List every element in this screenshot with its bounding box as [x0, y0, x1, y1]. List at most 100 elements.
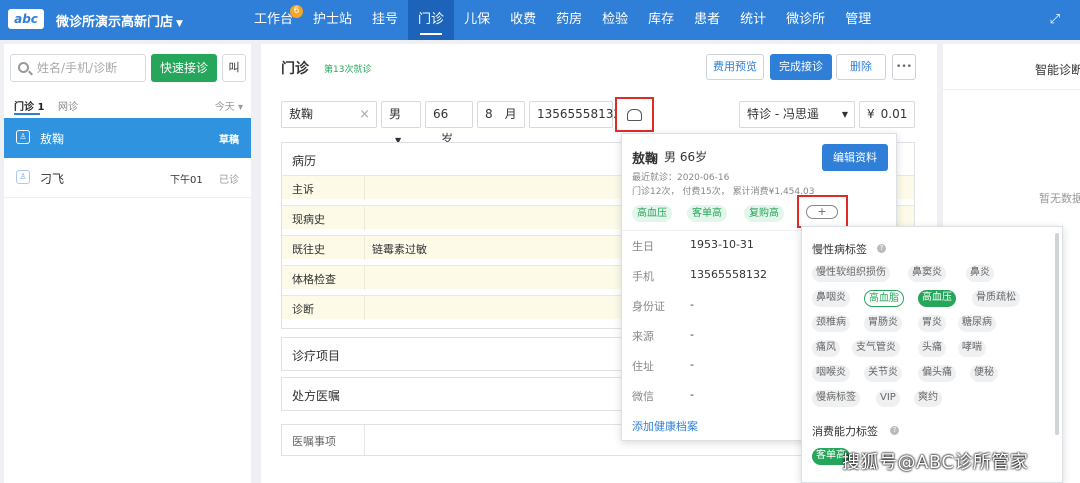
tag-option[interactable]: 胃肠炎: [864, 315, 902, 332]
clear-icon[interactable]: ×: [359, 102, 370, 127]
last-visit: 最近就诊：2020-06-16: [632, 173, 730, 183]
nav-pharmacy[interactable]: 药房: [546, 0, 592, 40]
help-icon[interactable]: ?: [890, 426, 899, 435]
tag-option[interactable]: VIP: [876, 390, 900, 407]
tag-option[interactable]: 偏头痛: [918, 365, 956, 382]
tag-option[interactable]: 慢性软组织损伤: [812, 265, 890, 282]
gender-value: 男: [389, 107, 402, 121]
section-title: 处方医嘱: [292, 389, 341, 403]
gender-select[interactable]: 男▼: [381, 101, 421, 145]
nav-manage[interactable]: 管理: [835, 0, 881, 40]
nav-registration[interactable]: 挂号: [362, 0, 408, 40]
expand-icon[interactable]: ⤢: [1050, 12, 1060, 27]
field-value: 13565558132: [690, 268, 767, 281]
patient-list-item[interactable]: ♙ 敖鞠 草稿: [4, 118, 251, 158]
nav-inventory[interactable]: 库存: [638, 0, 684, 40]
nav-patients[interactable]: 患者: [684, 0, 730, 40]
nav-label: 工作台: [254, 12, 294, 27]
nav-lab[interactable]: 检验: [592, 0, 638, 40]
add-tag-button[interactable]: +: [797, 195, 848, 228]
row-divider: [364, 206, 365, 230]
age-years-field[interactable]: 66岁: [425, 101, 473, 146]
row-divider: [364, 266, 365, 290]
currency-symbol: ¥: [867, 107, 875, 121]
tag-option[interactable]: 便秘: [970, 365, 998, 382]
nav-nurse-station[interactable]: 护士站: [303, 0, 362, 40]
field-value: -: [690, 298, 694, 311]
patient-tag: 复购高: [744, 205, 784, 222]
add-health-record-link[interactable]: 添加健康档案: [632, 418, 698, 434]
doctor-select[interactable]: 特诊 - 冯思遥 ▼: [739, 101, 855, 128]
notification-badge: 6: [290, 5, 304, 18]
tag-option[interactable]: 骨质疏松: [972, 290, 1020, 307]
field-value: 1953-10-31: [690, 238, 754, 251]
field-value: -: [690, 388, 694, 401]
fee-field[interactable]: ¥0.01: [859, 101, 915, 128]
field-label: 身份证: [632, 300, 665, 313]
tab-clinic[interactable]: 门诊 1: [14, 98, 44, 113]
field-label: 生日: [632, 240, 654, 253]
tag-option[interactable]: 爽约: [914, 390, 942, 407]
help-icon[interactable]: ?: [877, 244, 886, 253]
more-button[interactable]: •••: [892, 54, 916, 80]
tag-option[interactable]: 咽喉炎: [812, 365, 850, 382]
tag-option[interactable]: 鼻炎: [966, 265, 994, 282]
clinic-selector[interactable]: 微诊所演示高新门店 ▼: [56, 11, 183, 30]
unit-months: 月: [504, 107, 517, 121]
search-icon: [18, 62, 29, 73]
clinic-name: 微诊所演示高新门店: [56, 15, 174, 30]
field-label: 手机: [632, 270, 654, 283]
visit-count: 第13次就诊: [324, 65, 372, 75]
call-button[interactable]: 叫: [222, 54, 246, 82]
search-input[interactable]: 姓名/手机/诊断: [10, 54, 146, 82]
tag-option[interactable]: 胃炎: [918, 315, 946, 332]
patient-name-value: 敖鞠: [289, 107, 314, 121]
delete-button[interactable]: 删除: [836, 54, 886, 80]
complete-consult-button[interactable]: 完成接诊: [770, 54, 832, 80]
tag-option[interactable]: 颈椎病: [812, 315, 850, 332]
patient-queue-panel: 姓名/手机/诊断 快速接诊 叫 门诊 1 网诊 今天 ▾ ♙ 敖鞠 草稿 ♙ 刁…: [4, 44, 251, 483]
empty-state: 暂无数据: [1039, 192, 1080, 205]
nav-charge[interactable]: 收费: [500, 0, 546, 40]
tag-option[interactable]: 头痛: [918, 340, 946, 357]
scrollbar[interactable]: [1055, 233, 1059, 435]
doctor-value: 特诊 - 冯思遥: [747, 107, 819, 121]
section-title: 诊疗项目: [292, 349, 341, 363]
date-filter[interactable]: 今天 ▾: [215, 98, 243, 113]
nav-statistics[interactable]: 统计: [730, 0, 776, 40]
nav-workbench[interactable]: 工作台 6: [244, 0, 304, 40]
patient-name-field[interactable]: 敖鞠 ×: [281, 101, 377, 128]
tag-option[interactable]: 哮喘: [958, 340, 986, 357]
visit-stats: 门诊12次， 付费15次， 累计消费¥1,454.03: [632, 187, 815, 197]
tab-online[interactable]: 网诊: [58, 98, 78, 113]
nav-child-care[interactable]: 儿保: [454, 0, 500, 40]
tag-option[interactable]: 鼻咽炎: [812, 290, 850, 307]
nav-micro-clinic[interactable]: 微诊所: [776, 0, 835, 40]
fee-preview-button[interactable]: 费用预览: [706, 54, 764, 80]
row-divider: [364, 425, 365, 455]
tag-option-selected[interactable]: 高血脂: [864, 290, 904, 307]
tag-selection-panel: 慢性病标签 ? 慢性软组织损伤 鼻窦炎 鼻炎 鼻咽炎 高血脂 高血压 骨质疏松 …: [801, 226, 1063, 483]
patient-card-button[interactable]: [615, 97, 654, 132]
row-divider: [364, 296, 365, 320]
quick-consult-button[interactable]: 快速接诊: [151, 54, 217, 82]
chronic-tags-title: 慢性病标签: [812, 243, 867, 256]
patient-list-item[interactable]: ♙ 刁飞 下午01 已诊: [4, 158, 251, 198]
tag-option[interactable]: 糖尿病: [958, 315, 996, 332]
tag-option[interactable]: 慢病标签: [812, 390, 860, 407]
age-months-field[interactable]: 8月: [477, 101, 525, 128]
tag-option[interactable]: 鼻窦炎: [908, 265, 946, 282]
phone-field[interactable]: 13565558132: [529, 101, 621, 128]
popup-patient-name: 敖鞠: [632, 152, 659, 167]
tag-option[interactable]: 支气管炎: [852, 340, 900, 357]
edit-profile-button[interactable]: 编辑资料: [822, 144, 888, 171]
row-label: 诊断: [292, 303, 314, 316]
nav-outpatient[interactable]: 门诊: [408, 0, 455, 40]
tag-option[interactable]: 关节炎: [864, 365, 902, 382]
tag-option-selected[interactable]: 高血压: [918, 290, 956, 307]
patient-tag: 高血压: [632, 205, 672, 222]
patient-status: 已诊: [219, 175, 239, 186]
page-title: 门诊: [281, 61, 309, 77]
field-label: 来源: [632, 330, 654, 343]
tag-option[interactable]: 痛风: [812, 340, 840, 357]
